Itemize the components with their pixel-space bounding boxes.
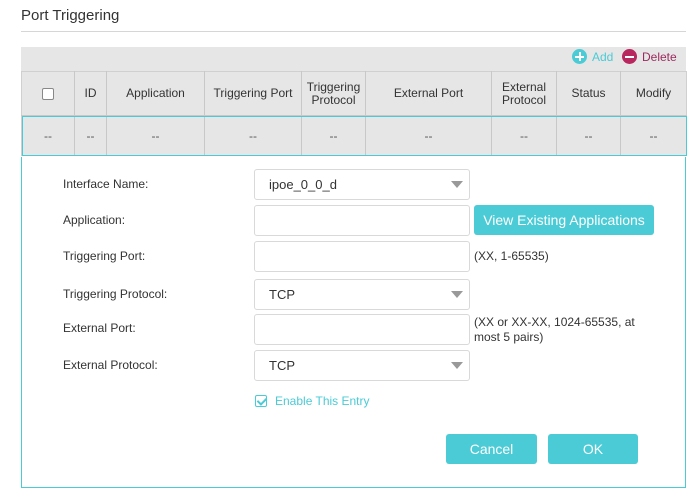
- select-all-checkbox[interactable]: [42, 87, 54, 100]
- col-application: Application: [106, 71, 205, 116]
- external-port-hint-line2: most 5 pairs): [474, 330, 544, 344]
- select-all-header[interactable]: [21, 71, 75, 116]
- add-button[interactable]: Add: [572, 49, 613, 64]
- col-triggering-protocol: Triggering Protocol: [301, 71, 366, 116]
- external-port-input[interactable]: [254, 314, 470, 345]
- view-existing-applications-button[interactable]: View Existing Applications: [474, 205, 654, 235]
- cell-status: --: [556, 115, 621, 156]
- checkmark-icon[interactable]: [255, 395, 267, 407]
- enable-entry-label: Enable This Entry: [275, 394, 370, 408]
- dropdown-arrow-icon: [451, 362, 463, 369]
- triggering-protocol-label: Triggering Protocol:: [63, 287, 168, 301]
- port-triggering-table: Add Delete ID Application Triggering Por…: [21, 47, 687, 156]
- triggering-protocol-select[interactable]: TCP: [254, 279, 470, 310]
- cell-external-protocol: --: [491, 115, 557, 156]
- delete-button[interactable]: Delete: [622, 49, 677, 64]
- ok-button[interactable]: OK: [548, 434, 638, 464]
- cell-external-port: --: [365, 115, 492, 156]
- title-divider: [21, 31, 686, 32]
- col-external-port: External Port: [365, 71, 492, 116]
- triggering-protocol-value: TCP: [269, 287, 295, 302]
- application-label: Application:: [63, 213, 126, 227]
- col-modify: Modify: [620, 71, 687, 116]
- cell-triggering-port: --: [204, 115, 302, 156]
- cell-application: --: [106, 115, 205, 156]
- triggering-port-label: Triggering Port:: [63, 249, 146, 263]
- enable-entry-toggle[interactable]: Enable This Entry: [255, 394, 370, 408]
- cell-modify: --: [620, 115, 687, 156]
- external-port-hint-line1: (XX or XX-XX, 1024-65535, at: [474, 315, 635, 329]
- external-port-hint: (XX or XX-XX, 1024-65535, at most 5 pair…: [474, 315, 635, 345]
- interface-name-select[interactable]: ipoe_0_0_d: [254, 169, 470, 200]
- cell-id: --: [74, 115, 107, 156]
- table-row: -- -- -- -- -- -- -- -- --: [21, 115, 687, 156]
- dropdown-arrow-icon: [451, 181, 463, 188]
- triggering-port-input[interactable]: [254, 241, 470, 272]
- col-triggering-port: Triggering Port: [204, 71, 302, 116]
- col-status: Status: [556, 71, 621, 116]
- delete-label: Delete: [642, 49, 677, 64]
- col-id: ID: [74, 71, 107, 116]
- col-external-protocol: External Protocol: [491, 71, 557, 116]
- minus-circle-icon: [622, 49, 637, 64]
- interface-name-label: Interface Name:: [63, 177, 149, 191]
- entries-table: ID Application Triggering Port Triggerin…: [21, 71, 687, 156]
- dropdown-arrow-icon: [451, 291, 463, 298]
- external-protocol-value: TCP: [269, 358, 295, 373]
- interface-name-value: ipoe_0_0_d: [269, 177, 337, 192]
- table-header-row: ID Application Triggering Port Triggerin…: [21, 71, 687, 116]
- plus-circle-icon: [572, 49, 587, 64]
- cell-triggering-protocol: --: [301, 115, 366, 156]
- external-port-label: External Port:: [63, 321, 136, 335]
- application-input[interactable]: [254, 205, 470, 236]
- table-toolbar: Add Delete: [21, 47, 686, 71]
- external-protocol-label: External Protocol:: [63, 358, 158, 372]
- cell-select: --: [21, 115, 75, 156]
- triggering-port-hint: (XX, 1-65535): [474, 249, 549, 263]
- external-protocol-select[interactable]: TCP: [254, 350, 470, 381]
- page-title: Port Triggering: [21, 7, 120, 24]
- cancel-button[interactable]: Cancel: [446, 434, 537, 464]
- add-label: Add: [592, 49, 614, 64]
